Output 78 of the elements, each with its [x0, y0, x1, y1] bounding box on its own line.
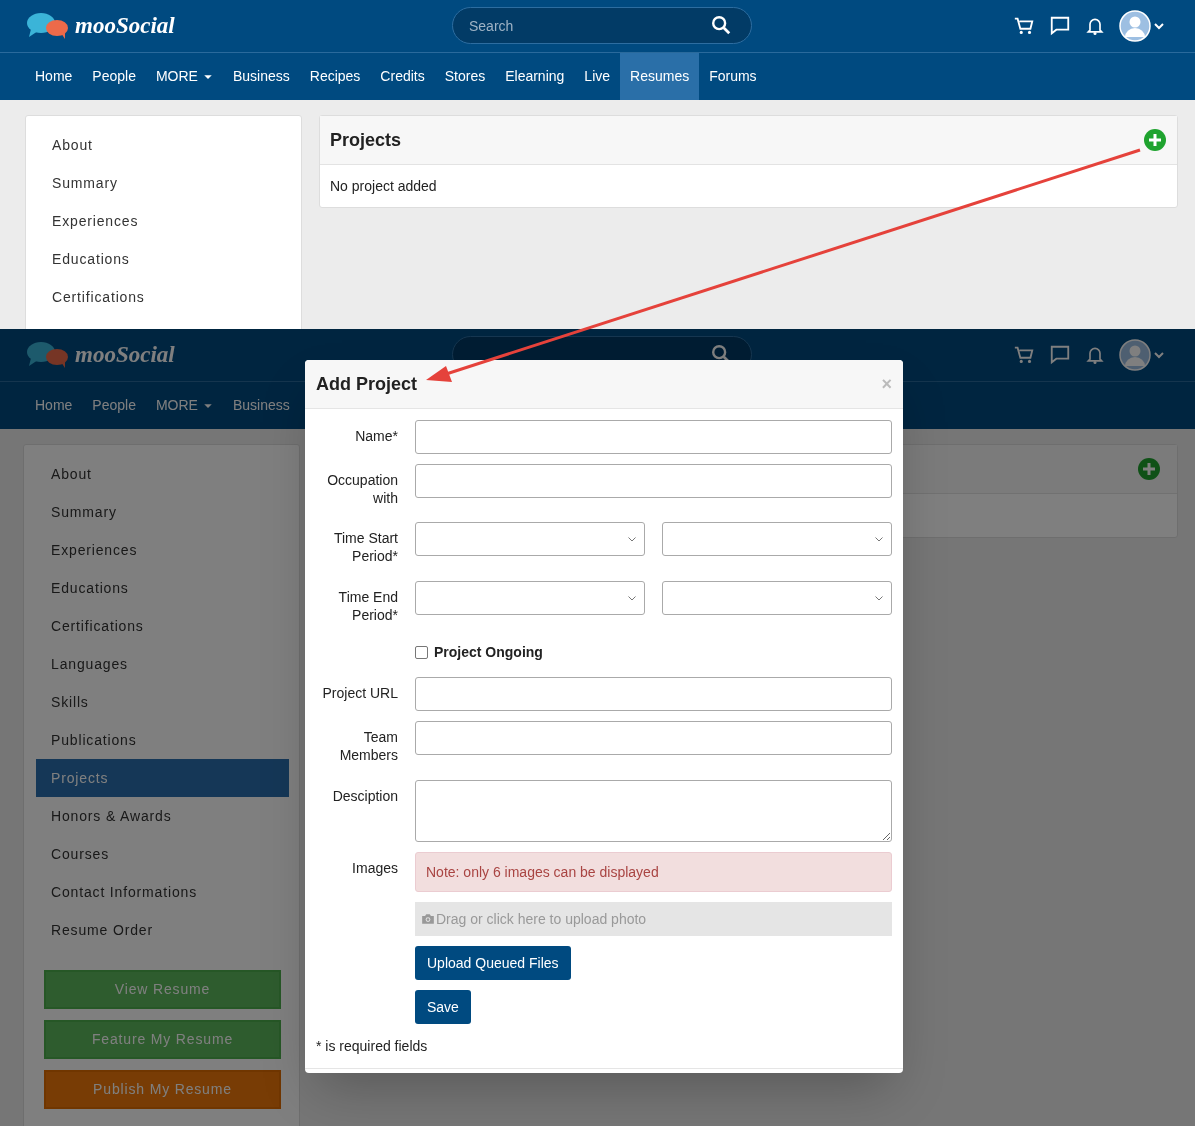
sidebar-item[interactable]: Educations — [36, 569, 289, 607]
sidebar-item[interactable]: Summary — [37, 164, 290, 202]
avatar-menu-icon[interactable] — [1119, 339, 1167, 371]
field-label: Project URL — [322, 685, 398, 701]
field-label: Time End Period* — [338, 589, 398, 623]
field-label: Desciption — [332, 788, 398, 804]
field-label: Occupation with — [327, 472, 398, 506]
sidebar-item[interactable]: Experiences — [37, 202, 290, 240]
nav-link[interactable]: Stores — [434, 53, 496, 100]
nav-link[interactable]: MORE — [145, 382, 223, 429]
bell-icon[interactable] — [1085, 16, 1105, 36]
chat-icon[interactable] — [1049, 15, 1071, 37]
field-label: Name* — [355, 428, 398, 444]
nav-link[interactable]: Credits — [370, 53, 435, 100]
sidebar-item[interactable]: Summary — [36, 493, 289, 531]
checkbox-label: Project Ongoing — [434, 643, 543, 662]
camera-icon — [421, 912, 435, 926]
field-label: Images — [352, 860, 398, 876]
text-field[interactable] — [415, 420, 892, 454]
sidebar-item[interactable]: Honors & Awards — [36, 797, 289, 835]
nav-link[interactable]: Recipes — [299, 53, 371, 100]
dropdown-field[interactable] — [662, 522, 892, 556]
nav-link[interactable]: People — [82, 53, 146, 100]
sidebar-item[interactable]: Contact Informations — [36, 873, 289, 911]
nav-link[interactable]: Elearning — [495, 53, 575, 100]
nav-link[interactable]: Home — [25, 53, 83, 100]
card-title: Projects — [330, 128, 402, 152]
field-label: Team Members — [339, 729, 398, 763]
action-button[interactable]: Save — [415, 990, 471, 1024]
field-label: Time Start Period* — [333, 530, 398, 564]
sidebar-item[interactable]: About — [36, 455, 289, 493]
footnote: * is required fields — [316, 1038, 428, 1054]
dropzone-text: Drag or click here to upload photo — [436, 909, 647, 929]
text-area[interactable] — [415, 780, 892, 842]
nav-link[interactable]: Business — [222, 53, 300, 100]
sidebar-item[interactable]: Experiences — [36, 531, 289, 569]
nav-link[interactable]: Live — [574, 53, 621, 100]
text-field[interactable] — [415, 677, 892, 711]
sidebar-item[interactable]: Skills — [36, 683, 289, 721]
nav-link[interactable]: Home — [25, 382, 83, 429]
sidebar-item[interactable]: Resume Order — [36, 911, 289, 949]
bell-icon[interactable] — [1085, 345, 1105, 365]
sidebar-item[interactable]: Educations — [37, 240, 290, 278]
add-icon[interactable] — [1137, 457, 1161, 481]
nav-link[interactable]: People — [82, 382, 146, 429]
action-button[interactable]: Upload Queued Files — [415, 946, 571, 980]
sidebar-item[interactable]: Certifications — [36, 607, 289, 645]
cart-icon[interactable] — [1013, 15, 1035, 37]
logo-text[interactable]: mooSocial — [75, 337, 175, 373]
upload-dropzone[interactable]: Drag or click here to upload photo — [415, 902, 892, 936]
logo-icon[interactable] — [25, 341, 71, 369]
logo-text[interactable]: mooSocial — [75, 8, 175, 44]
logo-icon[interactable] — [25, 12, 71, 40]
sidebar-item[interactable]: Publications — [36, 721, 289, 759]
nav-link[interactable]: MORE — [145, 53, 223, 100]
nav-link[interactable]: Resumes — [620, 53, 700, 100]
nav-link[interactable]: Business — [222, 382, 300, 429]
sidebar-item[interactable]: Certifications — [37, 278, 290, 316]
chat-icon[interactable] — [1049, 344, 1071, 366]
avatar-menu-icon[interactable] — [1119, 10, 1167, 42]
dropdown-field[interactable] — [662, 581, 892, 615]
sidebar-item[interactable]: Projects — [36, 759, 289, 797]
text-field[interactable] — [415, 721, 892, 755]
add-icon[interactable] — [1143, 128, 1167, 152]
modal-title: Add Project — [316, 372, 417, 396]
nav-link[interactable]: Forums — [699, 53, 767, 100]
dropdown-field[interactable] — [415, 522, 645, 556]
dropdown-field[interactable] — [415, 581, 645, 615]
empty-message: No project added — [329, 176, 438, 196]
sidebar-item[interactable]: Languages — [36, 645, 289, 683]
sidebar-item[interactable]: About — [37, 126, 290, 164]
text-field[interactable] — [415, 464, 892, 498]
alert-message: Note: only 6 images can be displayed — [415, 852, 892, 892]
search-icon[interactable] — [710, 14, 732, 36]
checkbox[interactable] — [415, 646, 428, 659]
cart-icon[interactable] — [1013, 344, 1035, 366]
sidebar-item[interactable]: Courses — [36, 835, 289, 873]
search-field[interactable]: Search — [452, 7, 752, 44]
